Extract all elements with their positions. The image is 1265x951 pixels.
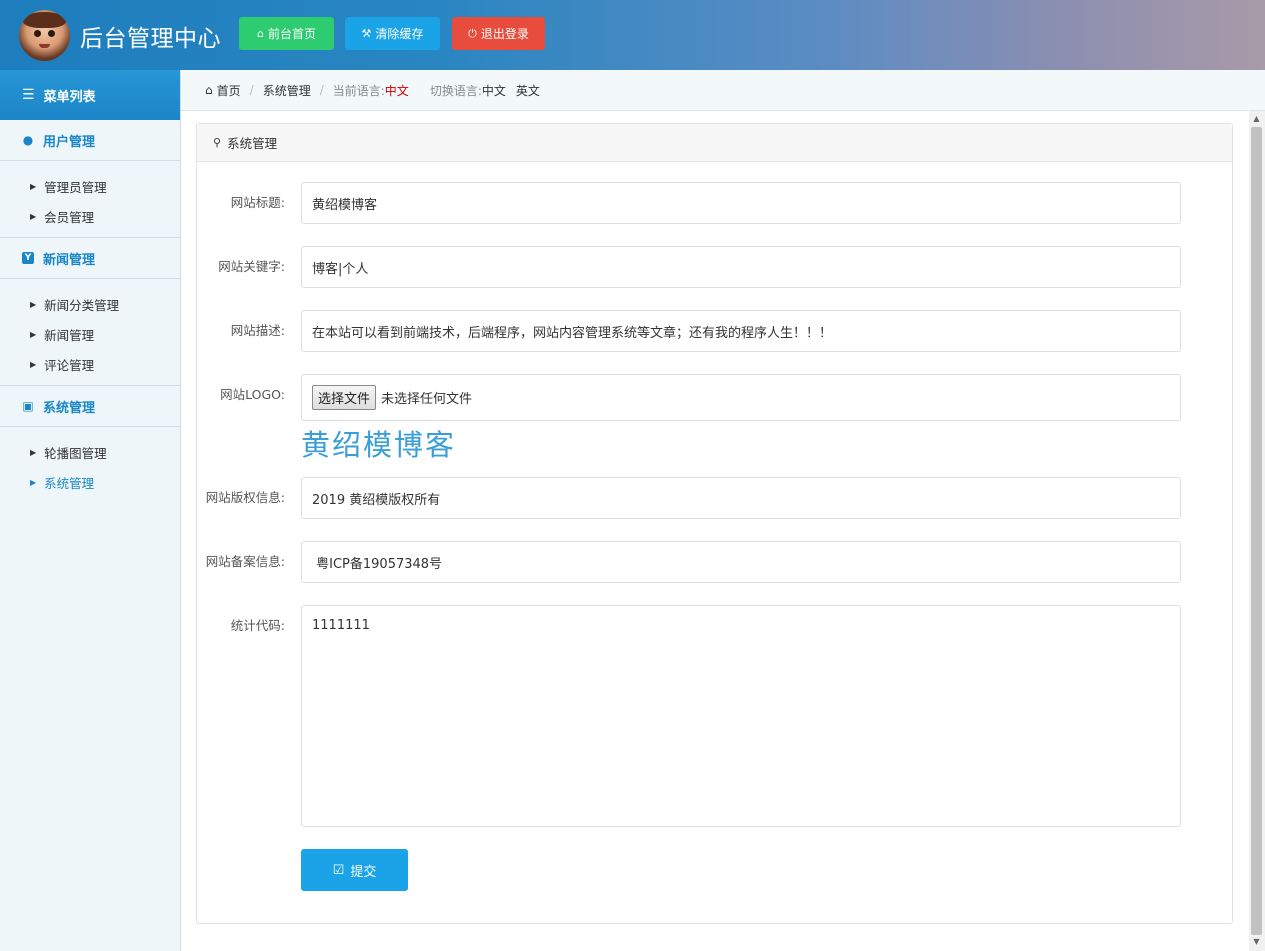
current-language-value: 中文 [384, 83, 409, 98]
description-label: 网站描述: [230, 323, 285, 338]
list-icon: ☰ [22, 87, 35, 103]
home-icon: ⌂ [257, 27, 264, 40]
sidebar-item-news-category[interactable]: ▶ 新闻分类管理 [0, 289, 180, 319]
sidebar-group-user[interactable]: ● 用户管理 [0, 120, 180, 161]
site-title-input[interactable]: 黄绍模博客 [301, 182, 1181, 224]
sidebar-item-label: 系统管理 [44, 475, 95, 491]
sidebar-item-label: 管理员管理 [44, 179, 107, 195]
breadcrumb-separator: / [249, 83, 254, 97]
stats-code-label: 统计代码: [230, 618, 285, 633]
system-settings-panel: ⚲ 系统管理 网站标题: 黄绍模博客 网站关键字: 博客|个人 网站描述: 在本… [196, 123, 1233, 924]
sidebar-group-system-items: ▶ 轮播图管理 ▶ 系统管理 [0, 427, 180, 503]
logo-preview: 黄绍模博客 [301, 428, 457, 462]
icp-input[interactable]: 粤ICP备19057348号 [301, 541, 1181, 583]
wrench-icon: ⚒ [361, 27, 372, 40]
caret-right-icon: ▶ [30, 477, 37, 487]
sidebar-item-carousel-manage[interactable]: ▶ 轮播图管理 [0, 437, 180, 467]
copyright-input[interactable]: 2019 黄绍模版权所有 [301, 477, 1181, 519]
hdd-icon: ▣ [22, 399, 34, 413]
key-icon: ⚲ [213, 136, 222, 149]
avatar [19, 10, 70, 61]
logout-label: 退出登录 [480, 27, 529, 41]
menu-heading: ☰ 菜单列表 [0, 70, 180, 120]
check-square-icon: ☑ [332, 862, 345, 878]
copyright-label: 网站版权信息: [205, 490, 285, 505]
file-status: 未选择任何文件 [381, 392, 473, 407]
choose-file-button[interactable]: 选择文件 [312, 385, 377, 410]
sidebar-item-label: 会员管理 [44, 209, 95, 225]
sidebar-item-news-manage[interactable]: ▶ 新闻管理 [0, 319, 180, 349]
sidebar-item-label: 轮播图管理 [44, 445, 107, 461]
site-title-label: 网站标题: [230, 195, 285, 210]
frontend-home-button[interactable]: ⌂ 前台首页 [239, 17, 334, 50]
sidebar-group-label: 用户管理 [43, 134, 96, 150]
sidebar-item-label: 评论管理 [44, 357, 95, 373]
top-header: 后台管理中心 ⌂ 前台首页 ⚒ 清除缓存 ⏻ 退出登录 [0, 0, 1265, 70]
caret-right-icon: ▶ [30, 299, 37, 309]
sidebar: ☰ 菜单列表 ● 用户管理 ▶ 管理员管理 ▶ 会员管理 Y 新闻管理 ▶ 新闻… [0, 70, 181, 951]
sidebar-group-user-items: ▶ 管理员管理 ▶ 会员管理 [0, 161, 180, 238]
sidebar-group-news[interactable]: Y 新闻管理 [0, 238, 180, 279]
submit-button[interactable]: ☑ 提交 [301, 849, 408, 891]
breadcrumb: ⌂ 首页 / 系统管理 / 当前语言: 中文 切换语言: 中文 英文 [181, 70, 1265, 111]
keywords-label: 网站关键字: [218, 259, 285, 274]
sidebar-item-comment-manage[interactable]: ▶ 评论管理 [0, 349, 180, 379]
caret-right-icon: ▶ [30, 329, 37, 339]
sidebar-item-label: 新闻分类管理 [44, 297, 120, 313]
menu-heading-label: 菜单列表 [43, 89, 96, 105]
scrollbar-thumb[interactable] [1251, 127, 1262, 935]
language-zh-link[interactable]: 中文 [482, 82, 506, 99]
sidebar-item-label: 新闻管理 [44, 327, 95, 343]
app-title: 后台管理中心 [80, 26, 221, 52]
sidebar-group-label: 新闻管理 [43, 252, 96, 268]
logout-button[interactable]: ⏻ 退出登录 [452, 17, 545, 50]
description-input[interactable]: 在本站可以看到前端技术，后端程序，网站内容管理系统等文章；还有我的程序人生！！！ [301, 310, 1181, 352]
stats-code-textarea[interactable]: 1111111 [301, 605, 1181, 827]
panel-title: 系统管理 [227, 136, 278, 151]
breadcrumb-current: 系统管理 [262, 83, 311, 98]
caret-right-icon: ▶ [30, 359, 37, 369]
current-language-label: 当前语言: [332, 83, 385, 98]
breadcrumb-home-link[interactable]: 首页 [217, 82, 241, 99]
sidebar-group-system[interactable]: ▣ 系统管理 [0, 386, 180, 427]
clear-cache-label: 清除缓存 [375, 27, 424, 41]
user-icon: ● [22, 133, 34, 147]
power-icon: ⏻ [468, 26, 477, 40]
caret-right-icon: ▶ [30, 211, 37, 221]
caret-right-icon: ▶ [30, 181, 37, 191]
scroll-down-arrow-icon[interactable]: ▼ [1251, 937, 1262, 947]
sidebar-group-news-items: ▶ 新闻分类管理 ▶ 新闻管理 ▶ 评论管理 [0, 279, 180, 386]
language-en-link[interactable]: 英文 [516, 82, 540, 99]
logo-label: 网站LOGO: [220, 387, 285, 402]
logo-file-field: 选择文件 未选择任何文件 [301, 374, 1181, 421]
submit-label: 提交 [350, 864, 377, 880]
keywords-input[interactable]: 博客|个人 [301, 246, 1181, 288]
home-icon: ⌂ [205, 83, 213, 97]
sidebar-item-admin-manage[interactable]: ▶ 管理员管理 [0, 171, 180, 201]
y-badge-icon: Y [22, 252, 34, 264]
clear-cache-button[interactable]: ⚒ 清除缓存 [345, 17, 440, 50]
sidebar-item-member-manage[interactable]: ▶ 会员管理 [0, 201, 180, 231]
switch-language-label: 切换语言: [429, 83, 482, 98]
sidebar-group-label: 系统管理 [43, 400, 96, 416]
frontend-home-label: 前台首页 [267, 27, 316, 41]
sidebar-item-system-manage[interactable]: ▶ 系统管理 [0, 467, 180, 497]
panel-header: ⚲ 系统管理 [197, 124, 1232, 162]
caret-right-icon: ▶ [30, 447, 37, 457]
icp-label: 网站备案信息: [205, 554, 285, 569]
breadcrumb-separator: / [319, 83, 324, 97]
scroll-up-arrow-icon[interactable]: ▲ [1251, 114, 1262, 124]
